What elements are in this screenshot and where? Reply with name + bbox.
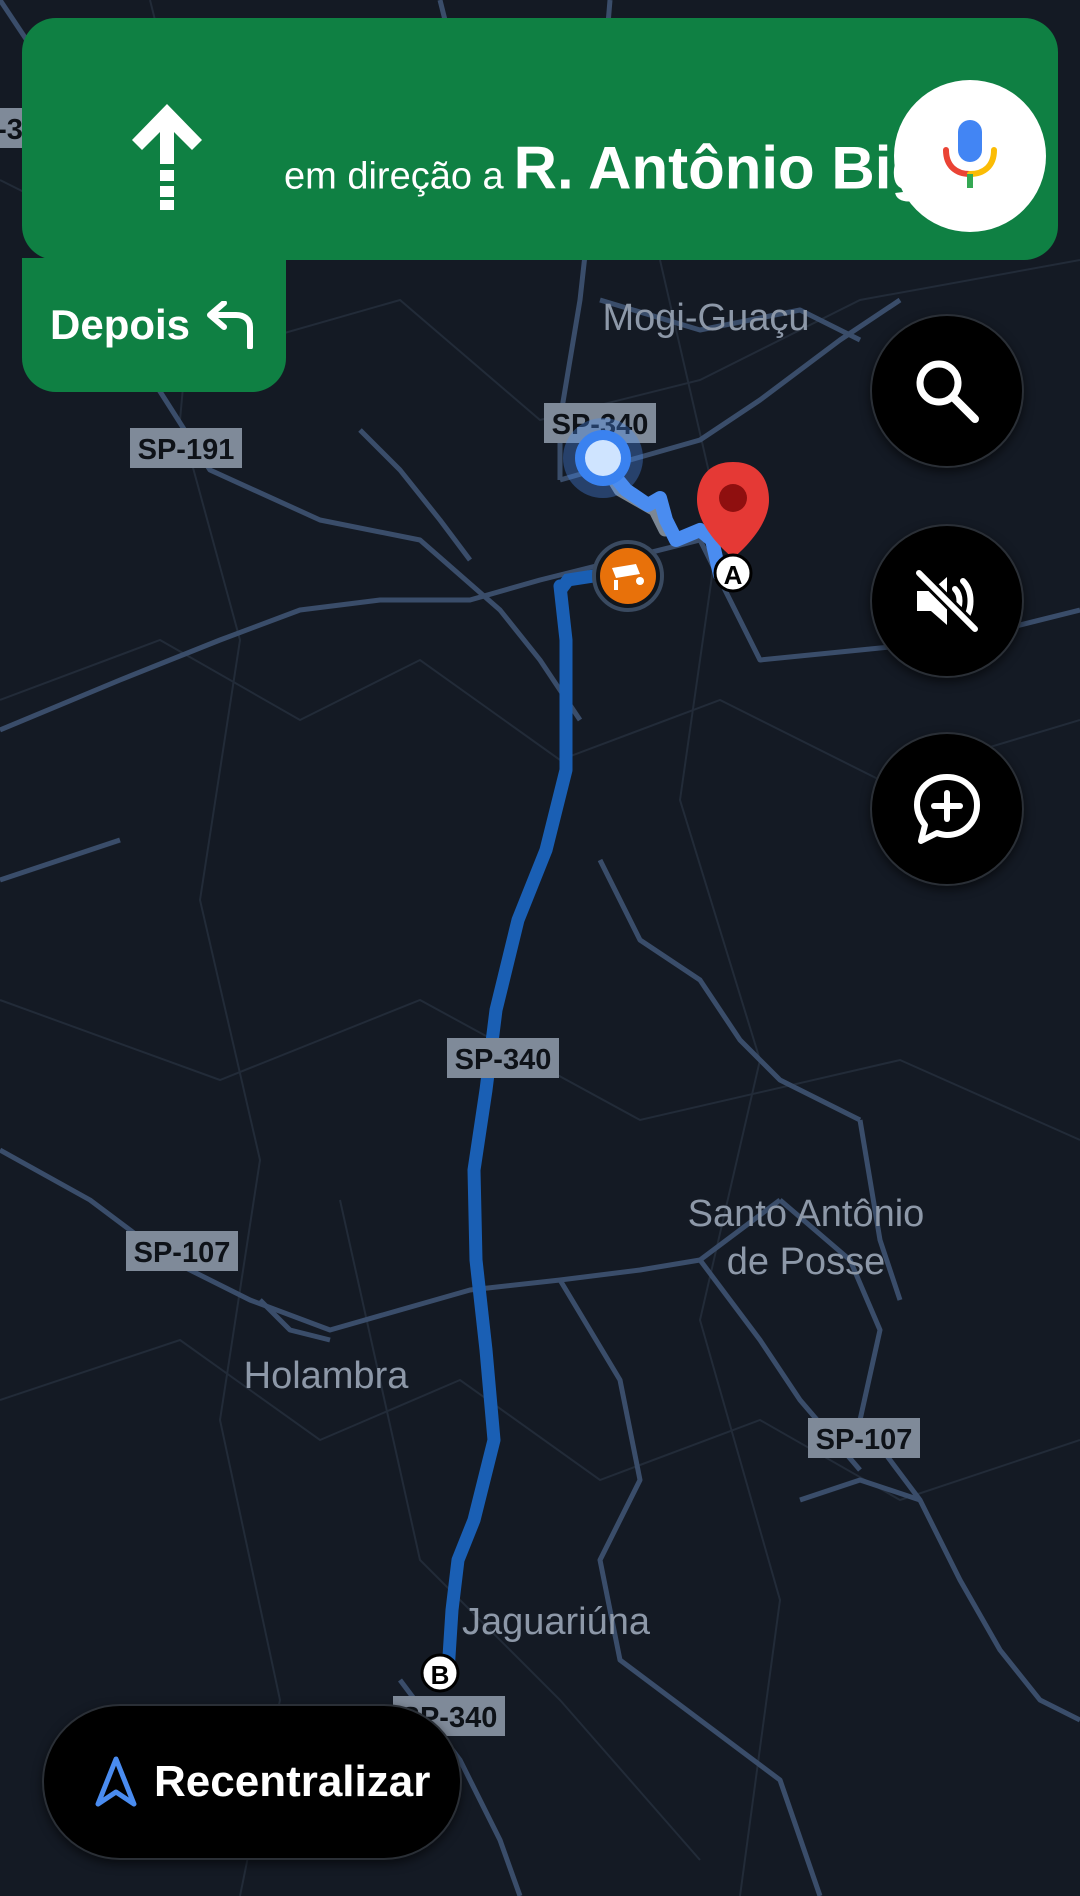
svg-text:-3: -3	[0, 114, 23, 146]
road-label-edge-left: -3	[0, 108, 23, 148]
waypoint-a-marker[interactable]: A	[713, 553, 753, 593]
turn-left-icon	[207, 301, 254, 349]
sound-off-icon	[912, 566, 982, 636]
then-label: Depois	[50, 301, 191, 348]
road-label-sp107-right: SP-107	[808, 1418, 920, 1458]
place-label-santo-antonio-1: Santo Antônio	[688, 1193, 925, 1235]
mic-icon	[943, 120, 997, 188]
svg-text:A: A	[724, 560, 743, 590]
place-label-jaguariuna: Jaguariúna	[462, 1601, 651, 1643]
svg-text:SP-107: SP-107	[134, 1237, 231, 1269]
place-label-mogi-guacu: Mogi-Guaçu	[603, 297, 810, 339]
navigation-instruction: em direção a R. Antônio Bigeli	[284, 134, 995, 203]
mute-button[interactable]	[870, 524, 1024, 678]
direction-prefix: em direção a	[284, 155, 504, 198]
straight-arrow-icon	[132, 104, 202, 210]
place-label-santo-antonio-2: de Posse	[727, 1241, 885, 1283]
add-report-icon	[914, 774, 980, 844]
place-label-holambra: Holambra	[244, 1355, 410, 1397]
current-location-icon	[563, 418, 643, 498]
road-label-sp340-mid: SP-340	[447, 1038, 559, 1078]
navigation-header[interactable]: em direção a R. Antônio Bigeli	[22, 18, 1058, 260]
search-icon	[916, 360, 979, 423]
svg-text:SP-107: SP-107	[816, 1424, 913, 1456]
recenter-button[interactable]: Recentralizar	[42, 1704, 462, 1860]
svg-text:B: B	[431, 1660, 450, 1690]
svg-text:SP-191: SP-191	[138, 434, 235, 466]
waypoint-b-marker[interactable]: B	[420, 1653, 460, 1693]
road-label-sp191: SP-191	[130, 428, 242, 468]
recenter-label: Recentralizar	[154, 1757, 431, 1806]
search-button[interactable]	[870, 314, 1024, 468]
speed-camera-icon[interactable]	[592, 540, 664, 612]
add-report-button[interactable]	[870, 732, 1024, 886]
navigation-arrow-icon	[95, 1756, 137, 1807]
road-label-sp107-left: SP-107	[126, 1231, 238, 1271]
next-maneuver-card[interactable]: Depois	[22, 258, 286, 392]
route-line	[441, 579, 573, 1679]
svg-text:SP-340: SP-340	[455, 1044, 552, 1076]
voice-search-button[interactable]	[894, 80, 1046, 232]
